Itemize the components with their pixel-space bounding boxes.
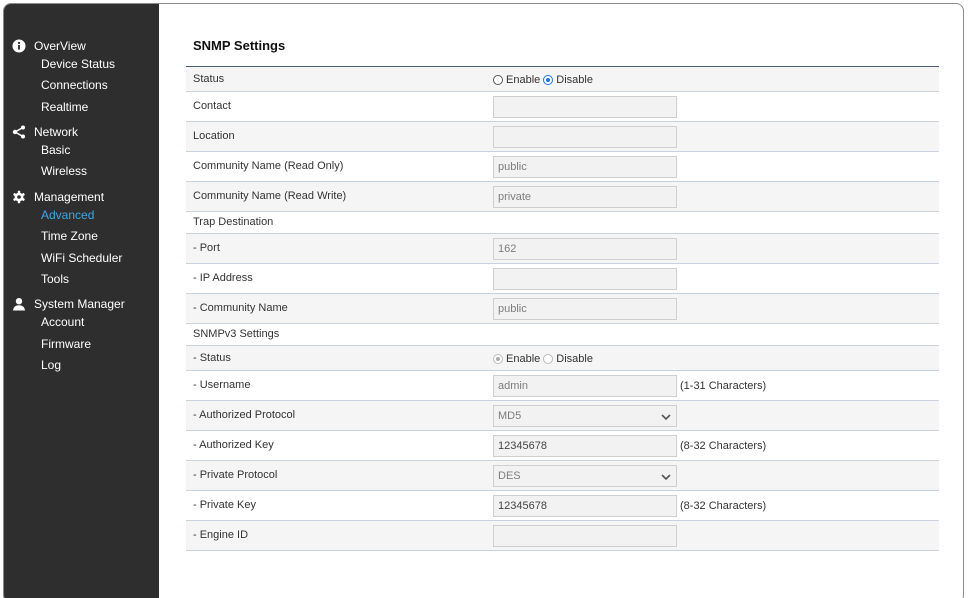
trap-ip-row: - IP Address bbox=[186, 264, 939, 294]
trap-community-label: - Community Name bbox=[193, 302, 288, 314]
v3-priv-key-label: - Private Key bbox=[193, 499, 256, 511]
v3-status-label: - Status bbox=[193, 352, 231, 364]
sidebar-group-system-manager[interactable]: System Manager bbox=[4, 294, 159, 314]
v3-auth-key-row: - Authorized Key (8-32 Characters) bbox=[186, 431, 939, 461]
status-disable-label[interactable]: Disable bbox=[556, 74, 593, 86]
gear-icon bbox=[13, 190, 25, 204]
trap-destination-header: Trap Destination bbox=[193, 216, 274, 228]
location-label: Location bbox=[193, 130, 235, 142]
trap-port-label: - Port bbox=[193, 242, 220, 254]
page-title: SNMP Settings bbox=[193, 38, 286, 53]
v3-status-radio-group: Enable Disable bbox=[493, 353, 596, 365]
v3-status-enable-label[interactable]: Enable bbox=[506, 353, 540, 365]
chevron-down-icon bbox=[661, 474, 671, 481]
v3-priv-key-input[interactable] bbox=[493, 495, 677, 517]
sidebar-item-realtime[interactable]: Realtime bbox=[41, 100, 88, 114]
v3-username-input[interactable] bbox=[493, 375, 677, 397]
community-rw-input[interactable] bbox=[493, 186, 677, 208]
community-ro-row: Community Name (Read Only) bbox=[186, 152, 939, 182]
sidebar-item-wifi-scheduler[interactable]: WiFi Scheduler bbox=[41, 251, 122, 265]
snmpv3-header-row: SNMPv3 Settings bbox=[186, 324, 939, 346]
sidebar-item-connections[interactable]: Connections bbox=[41, 78, 108, 92]
status-radio-group: Enable Disable bbox=[493, 74, 596, 86]
community-rw-label: Community Name (Read Write) bbox=[193, 190, 347, 202]
v3-status-row: - Status Enable Disable bbox=[186, 346, 939, 371]
v3-auth-protocol-value: MD5 bbox=[498, 410, 522, 422]
v3-priv-protocol-row: - Private Protocol DES bbox=[186, 461, 939, 491]
trap-port-row: - Port bbox=[186, 234, 939, 264]
sidebar-item-log[interactable]: Log bbox=[41, 358, 61, 372]
v3-priv-protocol-value: DES bbox=[498, 470, 521, 482]
community-ro-input[interactable] bbox=[493, 156, 677, 178]
sidebar-group-overview[interactable]: OverView bbox=[4, 36, 159, 56]
contact-row: Contact bbox=[186, 92, 939, 122]
sidebar-item-account[interactable]: Account bbox=[41, 315, 84, 329]
status-enable-label[interactable]: Enable bbox=[506, 74, 540, 86]
status-label: Status bbox=[193, 73, 225, 85]
sidebar-item-device-status[interactable]: Device Status bbox=[41, 57, 115, 71]
v3-status-disable-radio[interactable] bbox=[543, 354, 554, 364]
trap-ip-label: - IP Address bbox=[193, 272, 253, 284]
status-row: Status Enable Disable bbox=[186, 67, 939, 92]
user-icon bbox=[13, 298, 25, 311]
sidebar-group-label: Management bbox=[34, 190, 105, 204]
sidebar-item-tools[interactable]: Tools bbox=[41, 272, 69, 286]
v3-engine-id-label: - Engine ID bbox=[193, 529, 249, 541]
sidebar-group-label: Network bbox=[34, 125, 79, 139]
v3-auth-protocol-row: - Authorized Protocol MD5 bbox=[186, 401, 939, 431]
sidebar: OverView Device Status Connections Realt… bbox=[4, 4, 159, 598]
sidebar-item-basic[interactable]: Basic bbox=[41, 143, 70, 157]
snmp-settings-table: Status Enable Disable Contact Location C… bbox=[186, 66, 939, 551]
v3-username-row: - Username (1-31 Characters) bbox=[186, 371, 939, 401]
sidebar-group-label: System Manager bbox=[34, 297, 125, 311]
contact-label: Contact bbox=[193, 100, 231, 112]
v3-username-hint: (1-31 Characters) bbox=[680, 380, 767, 392]
trap-port-input[interactable] bbox=[493, 238, 677, 260]
info-icon bbox=[12, 39, 26, 53]
v3-auth-key-input[interactable] bbox=[493, 435, 677, 457]
v3-auth-key-label: - Authorized Key bbox=[193, 439, 274, 451]
chevron-down-icon bbox=[661, 414, 671, 421]
sidebar-item-advanced[interactable]: Advanced bbox=[41, 208, 94, 222]
sidebar-group-label: OverView bbox=[34, 39, 86, 53]
v3-priv-key-row: - Private Key (8-32 Characters) bbox=[186, 491, 939, 521]
v3-auth-key-hint: (8-32 Characters) bbox=[680, 440, 767, 452]
sidebar-item-wireless[interactable]: Wireless bbox=[41, 164, 87, 178]
v3-username-label: - Username bbox=[193, 379, 251, 391]
sidebar-group-network[interactable]: Network bbox=[4, 122, 159, 142]
v3-priv-key-hint: (8-32 Characters) bbox=[680, 500, 767, 512]
trap-destination-header-row: Trap Destination bbox=[186, 212, 939, 234]
v3-priv-protocol-label: - Private Protocol bbox=[193, 469, 278, 481]
snmpv3-header: SNMPv3 Settings bbox=[193, 328, 280, 340]
trap-ip-input[interactable] bbox=[493, 268, 677, 290]
community-rw-row: Community Name (Read Write) bbox=[186, 182, 939, 212]
v3-status-enable-radio[interactable] bbox=[493, 354, 503, 364]
sidebar-item-firmware[interactable]: Firmware bbox=[41, 337, 91, 351]
v3-engine-id-row: - Engine ID bbox=[186, 521, 939, 551]
contact-input[interactable] bbox=[493, 96, 677, 118]
app-window: OverView Device Status Connections Realt… bbox=[3, 3, 964, 598]
v3-priv-protocol-select[interactable]: DES bbox=[493, 465, 677, 487]
community-ro-label: Community Name (Read Only) bbox=[193, 160, 344, 172]
share-network-icon bbox=[12, 125, 25, 139]
status-disable-radio[interactable] bbox=[543, 75, 554, 85]
status-enable-radio[interactable] bbox=[493, 75, 503, 85]
trap-community-row: - Community Name bbox=[186, 294, 939, 324]
main-content: SNMP Settings Status Enable Disable Cont… bbox=[159, 4, 963, 598]
location-input[interactable] bbox=[493, 126, 677, 148]
v3-status-disable-label[interactable]: Disable bbox=[556, 353, 593, 365]
sidebar-item-time-zone[interactable]: Time Zone bbox=[41, 229, 98, 243]
sidebar-group-management[interactable]: Management bbox=[4, 187, 159, 207]
v3-auth-protocol-select[interactable]: MD5 bbox=[493, 405, 677, 427]
v3-auth-protocol-label: - Authorized Protocol bbox=[193, 409, 296, 421]
location-row: Location bbox=[186, 122, 939, 152]
trap-community-input[interactable] bbox=[493, 298, 677, 320]
v3-engine-id-input[interactable] bbox=[493, 525, 677, 547]
